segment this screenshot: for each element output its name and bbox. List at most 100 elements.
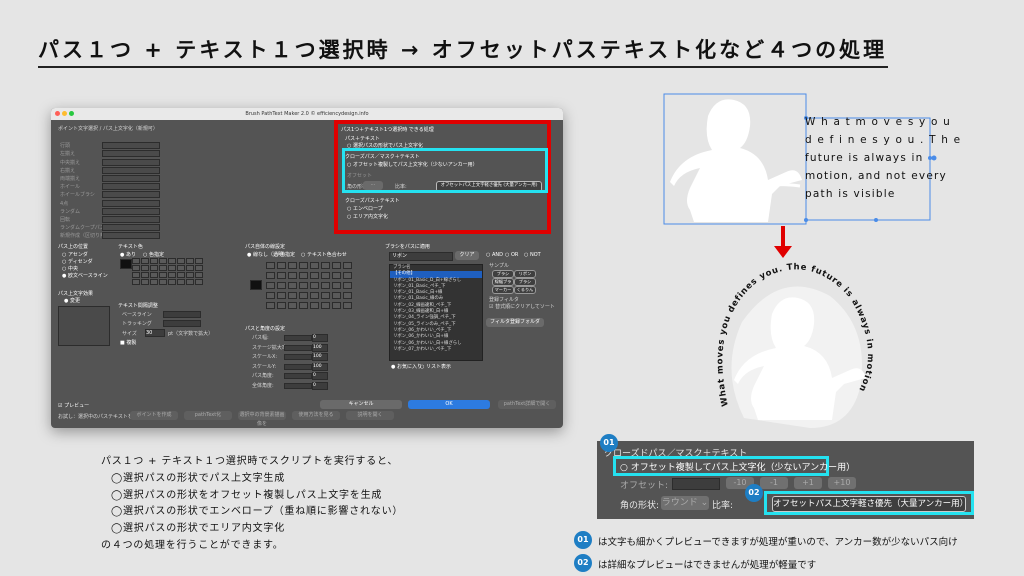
left-col-field[interactable]	[102, 166, 160, 174]
color-grid-cell[interactable]	[186, 272, 194, 278]
brush-list[interactable]: ブラシ名 【その他】 リボン_01_Basic_D_白+線ざらし リボン_01_Bas…	[389, 264, 483, 361]
line-grid-cell[interactable]	[332, 292, 341, 299]
line-grid-cell[interactable]	[343, 282, 352, 289]
filter-tag[interactable]: くるりん	[514, 286, 536, 294]
color-grid-cell[interactable]	[132, 265, 140, 271]
line-grid-cell[interactable]	[266, 282, 275, 289]
color-grid-cell[interactable]	[177, 265, 185, 271]
color-grid-cell[interactable]	[132, 258, 140, 264]
line-grid-cell[interactable]	[332, 302, 341, 309]
zoom-offset-slider[interactable]	[672, 478, 720, 490]
zoom-step-button[interactable]: +10	[828, 477, 856, 489]
line-grid-cell[interactable]	[288, 292, 297, 299]
baseline-slider[interactable]	[163, 311, 201, 318]
angle-input[interactable]: 0	[312, 382, 328, 390]
angle-input[interactable]: 0	[312, 372, 328, 381]
brush-select[interactable]: リボン	[389, 252, 453, 261]
logic-radio[interactable]: ○ OR	[505, 252, 518, 258]
footer-button[interactable]: pathText化	[184, 411, 232, 420]
left-col-field[interactable]	[102, 183, 160, 191]
frame-handle-icon[interactable]	[804, 218, 808, 222]
color-grid-cell[interactable]	[168, 265, 176, 271]
path-pos-radio[interactable]: ○ アセンダ	[62, 251, 88, 258]
left-col-option[interactable]: 行頭	[60, 142, 70, 149]
left-col-field[interactable]	[102, 175, 160, 182]
color-grid-cell[interactable]	[168, 279, 176, 285]
filter-tag[interactable]: リボン	[514, 270, 536, 278]
line-grid-cell[interactable]	[277, 262, 286, 269]
color-grid-cell[interactable]	[168, 272, 176, 278]
line-grid-cell[interactable]	[321, 282, 330, 289]
zoom-step-button[interactable]: -1	[760, 477, 788, 489]
color-grid-cell[interactable]	[150, 279, 158, 285]
color-grid-cell[interactable]	[141, 272, 149, 278]
color-grid-cell[interactable]	[195, 279, 203, 285]
color-grid-cell[interactable]	[159, 272, 167, 278]
close-dot-icon[interactable]	[55, 111, 60, 116]
filter-tag[interactable]: 線幅ブラシ	[492, 278, 514, 290]
line-color-swatch[interactable]	[250, 280, 262, 290]
line-grid-cell[interactable]	[277, 282, 286, 289]
line-grid-cell[interactable]	[288, 282, 297, 289]
tracking-slider[interactable]	[163, 320, 201, 327]
filter-folder-button[interactable]: フィルタ登録フォルダ	[486, 318, 544, 327]
color-grid-cell[interactable]	[150, 258, 158, 264]
line-grid-cell[interactable]	[310, 282, 319, 289]
line-grid-cell[interactable]	[299, 272, 308, 279]
color-grid-cell[interactable]	[159, 265, 167, 271]
angle-slider[interactable]	[284, 383, 312, 389]
color-grid-cell[interactable]	[168, 258, 176, 264]
color-grid-cell[interactable]	[195, 272, 203, 278]
line-grid-cell[interactable]	[343, 302, 352, 309]
color-grid-cell[interactable]	[150, 265, 158, 271]
line-grid-cell[interactable]	[310, 302, 319, 309]
line-grid-cell[interactable]	[299, 302, 308, 309]
footer-button[interactable]: ボイントを作成	[130, 411, 178, 420]
color-grid-cell[interactable]	[195, 258, 203, 264]
line-grid-cell[interactable]	[299, 292, 308, 299]
left-col-option[interactable]: ホイール	[60, 183, 80, 190]
color-grid-cell[interactable]	[195, 265, 203, 271]
path-pos-radio[interactable]: ○ ディセンダ	[62, 258, 93, 265]
left-col-option[interactable]: 両端揃え	[60, 175, 80, 182]
frame-handle-icon[interactable]	[874, 218, 878, 222]
line-grid-cell[interactable]	[343, 272, 352, 279]
filter-tag[interactable]: ブラシ	[492, 270, 514, 278]
color-swatch[interactable]	[120, 259, 132, 269]
text-color-radio-pick[interactable]: ○ 色指定	[143, 251, 164, 258]
line-grid-cell[interactable]	[332, 272, 341, 279]
line-grid-cell[interactable]	[277, 292, 286, 299]
clear-button[interactable]: クリア	[455, 251, 479, 260]
line-grid-cell[interactable]	[288, 302, 297, 309]
left-col-field[interactable]	[102, 224, 160, 232]
text-color-radio-yes[interactable]: ● あり	[120, 251, 136, 258]
line-grid-cell[interactable]	[288, 262, 297, 269]
left-col-field[interactable]	[102, 207, 160, 215]
left-col-field[interactable]	[102, 199, 160, 207]
embed-checkbox[interactable]: ■ 複製	[120, 339, 136, 346]
line-grid-cell[interactable]	[277, 272, 286, 279]
color-grid-cell[interactable]	[141, 258, 149, 264]
left-col-option[interactable]: 4点	[60, 200, 68, 207]
color-grid-cell[interactable]	[177, 272, 185, 278]
footer-button[interactable]: 使用方法を見る	[292, 411, 340, 420]
angle-slider[interactable]	[284, 363, 312, 370]
path-effect-radio[interactable]: ● 変更	[64, 297, 80, 304]
filter-tag[interactable]: マーカー	[492, 286, 514, 294]
color-grid-cell[interactable]	[186, 265, 194, 271]
path-pos-radio[interactable]: ○ 中央	[62, 265, 78, 272]
line-grid-cell[interactable]	[277, 302, 286, 309]
left-col-option[interactable]: 右揃え	[60, 167, 75, 174]
left-col-option[interactable]: ランダム	[60, 208, 80, 215]
color-grid-cell[interactable]	[141, 265, 149, 271]
cancel-button[interactable]: キャンセル	[320, 400, 402, 409]
footer-button[interactable]: 選択中の背景素描画像を	[238, 411, 286, 427]
angle-input[interactable]: 0	[312, 334, 328, 342]
body-line-radio[interactable]: ○ 色指定	[274, 251, 295, 258]
line-grid-cell[interactable]	[266, 272, 275, 279]
angle-slider[interactable]	[284, 373, 312, 380]
line-grid-cell[interactable]	[332, 262, 341, 269]
angle-slider[interactable]	[284, 354, 312, 361]
line-grid-cell[interactable]	[343, 262, 352, 269]
line-grid-cell[interactable]	[266, 262, 275, 269]
